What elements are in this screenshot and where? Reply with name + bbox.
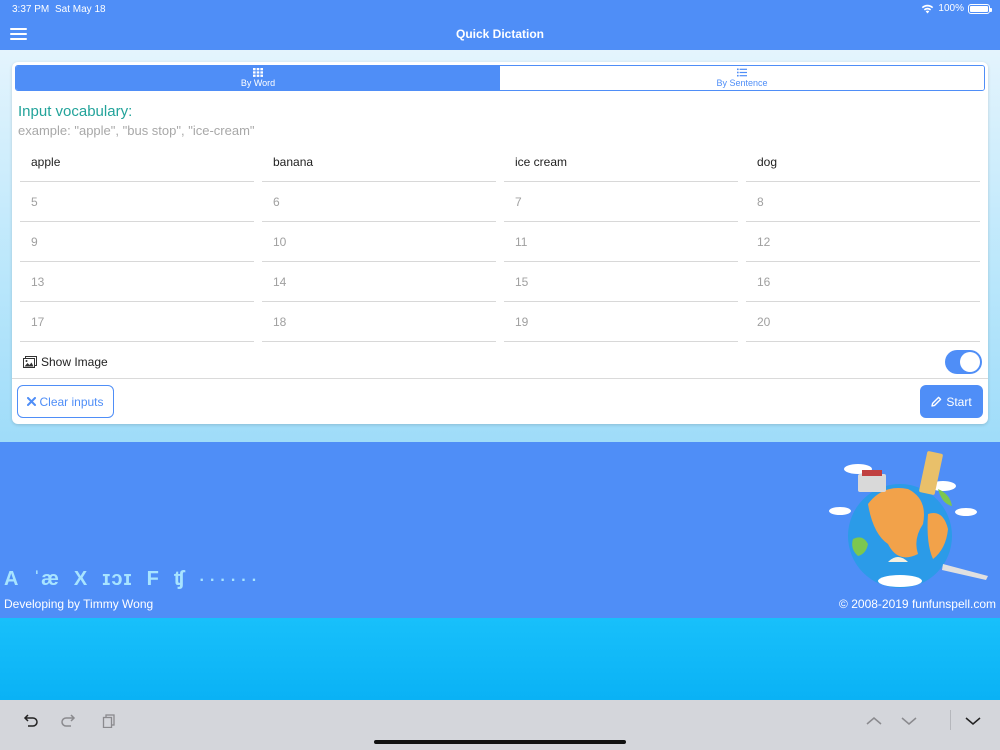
- vocab-field-20[interactable]: [746, 302, 980, 342]
- vocab-input[interactable]: [20, 222, 254, 261]
- start-button[interactable]: Start: [920, 385, 983, 418]
- home-indicator: [374, 740, 626, 744]
- vocab-field-10[interactable]: [262, 222, 496, 262]
- grid-icon: [253, 68, 263, 77]
- vocab-input[interactable]: [746, 222, 980, 261]
- vocab-input[interactable]: [504, 302, 738, 341]
- vocab-input[interactable]: [504, 262, 738, 301]
- lower-sky-background: [0, 618, 1000, 700]
- status-date: Sat May 18: [55, 4, 106, 15]
- vocab-field-3[interactable]: [504, 142, 738, 182]
- vocab-field-9[interactable]: [20, 222, 254, 262]
- phonetic-symbol: ɪɔɪ: [102, 568, 133, 590]
- toggle-knob: [960, 352, 980, 372]
- vocab-input[interactable]: [262, 222, 496, 261]
- input-vocabulary-heading: Input vocabulary:: [18, 103, 133, 120]
- globe-illustration: [829, 451, 988, 588]
- vocab-field-1[interactable]: [20, 142, 254, 182]
- vocab-field-5[interactable]: [20, 182, 254, 222]
- next-field-icon[interactable]: [897, 710, 921, 732]
- vocab-field-15[interactable]: [504, 262, 738, 302]
- phonetic-symbol: F: [146, 568, 160, 590]
- kbar-divider: [950, 710, 951, 730]
- vocab-input[interactable]: [746, 262, 980, 301]
- vocab-input[interactable]: [262, 182, 496, 221]
- vocab-field-8[interactable]: [746, 182, 980, 222]
- battery-icon: [968, 3, 992, 14]
- vocab-field-2[interactable]: [262, 142, 496, 182]
- show-image-row: Show Image: [23, 355, 108, 369]
- vocab-input[interactable]: [262, 142, 496, 181]
- developer-credit: Developing by Timmy Wong: [4, 597, 154, 611]
- vocab-input[interactable]: [20, 302, 254, 341]
- footer-banner: A ˈæ X ɪɔɪ F ʧ ...... Developing by Timm…: [0, 442, 1000, 618]
- start-label: Start: [946, 394, 972, 409]
- vocab-input[interactable]: [746, 302, 980, 341]
- nav-bar: Quick Dictation: [0, 18, 1000, 50]
- vocab-input[interactable]: [504, 222, 738, 261]
- vocab-input[interactable]: [20, 182, 254, 221]
- phonetic-symbol: A: [4, 568, 20, 590]
- battery-percent: 100%: [938, 3, 964, 14]
- vocab-field-16[interactable]: [746, 262, 980, 302]
- status-bar: 3:37 PM Sat May 18 100%: [0, 0, 1000, 18]
- vocab-input[interactable]: [20, 262, 254, 301]
- vocab-input[interactable]: [504, 142, 738, 181]
- vocab-field-19[interactable]: [504, 302, 738, 342]
- show-image-toggle[interactable]: [945, 350, 982, 374]
- vocab-field-4[interactable]: [746, 142, 980, 182]
- tab-by-sentence[interactable]: By Sentence: [500, 66, 984, 90]
- example-hint: example: "apple", "bus stop", "ice-cream…: [18, 123, 255, 138]
- list-icon: [737, 68, 747, 77]
- phonetic-symbols: A ˈæ X ɪɔɪ F ʧ ......: [4, 568, 262, 591]
- previous-field-icon[interactable]: [862, 710, 886, 732]
- image-icon: [23, 356, 37, 368]
- status-time: 3:37 PM: [12, 4, 50, 15]
- tab-by-word[interactable]: By Word: [16, 66, 500, 90]
- copyright-text: © 2008-2019 funfunspell.com: [839, 597, 996, 611]
- clear-inputs-label: Clear inputs: [39, 394, 104, 409]
- phonetic-dots: ......: [199, 568, 263, 585]
- paste-icon[interactable]: [97, 710, 121, 732]
- phonetic-symbol: X: [73, 568, 89, 590]
- divider: [12, 378, 988, 379]
- vocab-input-grid: [20, 142, 980, 342]
- vocab-input[interactable]: [746, 182, 980, 221]
- show-image-label: Show Image: [41, 355, 108, 369]
- vocab-card: By Word By Sentence Input vocabulary: ex…: [12, 62, 988, 424]
- vocab-field-18[interactable]: [262, 302, 496, 342]
- vocab-field-7[interactable]: [504, 182, 738, 222]
- clear-inputs-button[interactable]: Clear inputs: [17, 385, 114, 418]
- vocab-input[interactable]: [504, 182, 738, 221]
- phonetic-symbol: ˈæ: [33, 568, 60, 590]
- pencil-icon: [931, 396, 942, 407]
- mode-segmented-control: By Word By Sentence: [15, 65, 985, 91]
- wifi-icon: [922, 4, 934, 13]
- vocab-field-6[interactable]: [262, 182, 496, 222]
- page-title: Quick Dictation: [455, 27, 544, 41]
- vocab-field-14[interactable]: [262, 262, 496, 302]
- vocab-input[interactable]: [262, 262, 496, 301]
- status-right: 100%: [921, 3, 992, 14]
- vocab-input[interactable]: [262, 302, 496, 341]
- close-icon: [27, 397, 37, 406]
- vocab-input[interactable]: [20, 142, 254, 181]
- vocab-field-13[interactable]: [20, 262, 254, 302]
- phonetic-symbol: ʧ: [173, 568, 186, 590]
- tab-by-word-label: By Word: [240, 78, 276, 88]
- vocab-field-17[interactable]: [20, 302, 254, 342]
- tab-by-sentence-label: By Sentence: [716, 78, 768, 88]
- undo-icon[interactable]: [18, 710, 42, 732]
- dismiss-keyboard-icon[interactable]: [961, 710, 985, 732]
- vocab-field-11[interactable]: [504, 222, 738, 262]
- vocab-input[interactable]: [746, 142, 980, 181]
- redo-icon[interactable]: [57, 710, 81, 732]
- battery-fill: [970, 5, 988, 12]
- vocab-field-12[interactable]: [746, 222, 980, 262]
